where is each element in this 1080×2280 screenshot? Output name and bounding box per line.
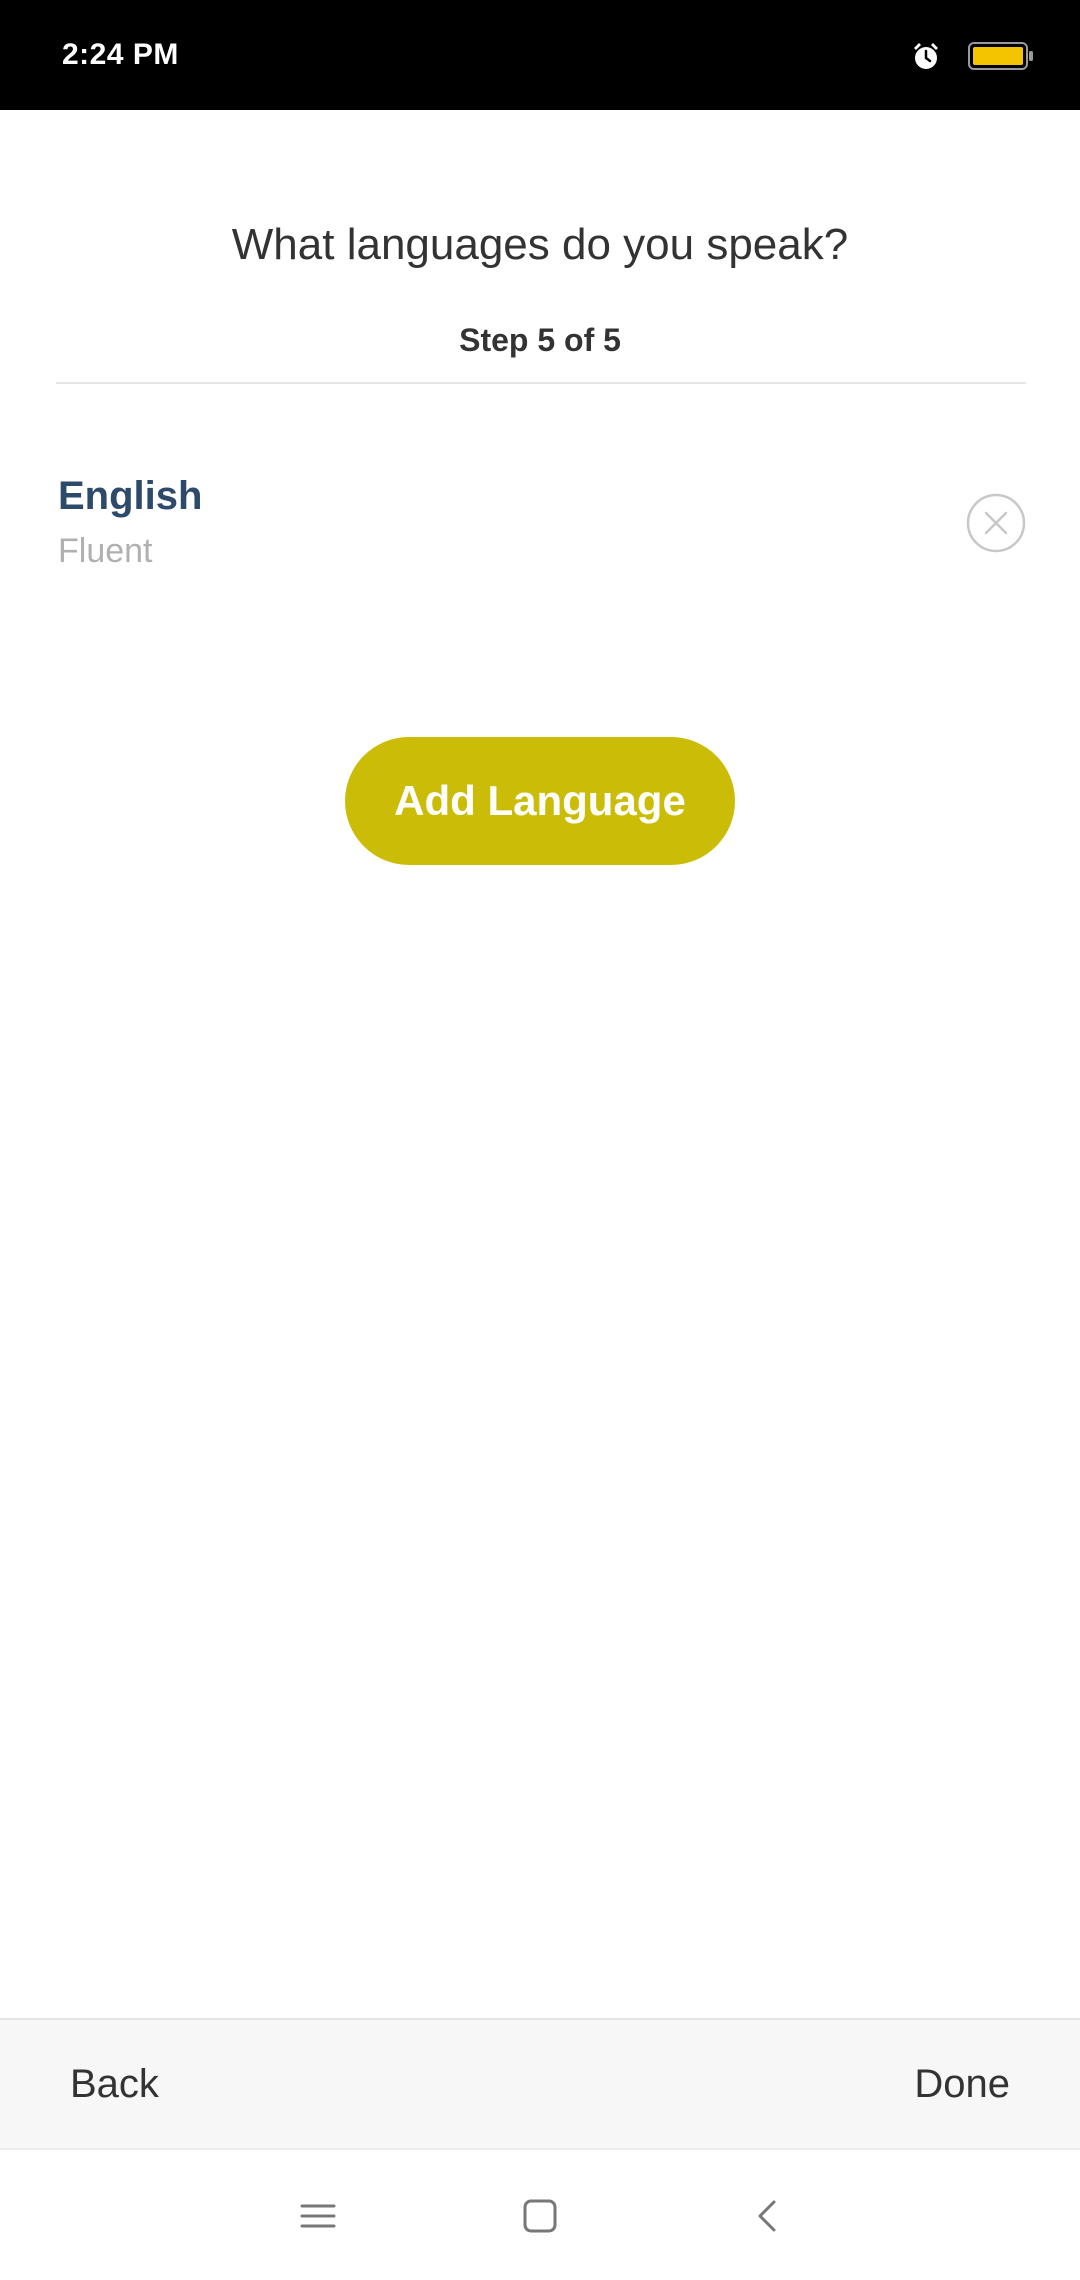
back-arrow-icon[interactable] — [740, 2188, 796, 2244]
page-title: What languages do you speak? — [231, 220, 849, 269]
close-circle-icon — [966, 493, 1026, 553]
menu-icon[interactable] — [290, 2188, 346, 2244]
step-indicator: Step 5 of 5 — [459, 322, 621, 358]
battery-icon — [968, 41, 1034, 71]
alarm-icon — [910, 40, 942, 72]
home-icon[interactable] — [512, 2188, 568, 2244]
back-button[interactable]: Back — [70, 2062, 159, 2107]
list-item-language: English Fluent — [56, 460, 1026, 600]
add-language-button[interactable]: Add Language — [345, 737, 735, 865]
status-time: 2:24 PM — [62, 38, 179, 71]
done-button[interactable]: Done — [914, 2062, 1010, 2107]
status-bar: 2:24 PM — [0, 0, 1080, 110]
remove-language-button[interactable] — [966, 493, 1026, 553]
status-icons — [910, 36, 1034, 76]
language-name: English — [58, 474, 203, 518]
system-nav-bar — [0, 2152, 1080, 2280]
language-level: Fluent — [58, 532, 153, 570]
header-divider — [56, 382, 1026, 384]
action-bar: Back Done — [0, 2018, 1080, 2150]
